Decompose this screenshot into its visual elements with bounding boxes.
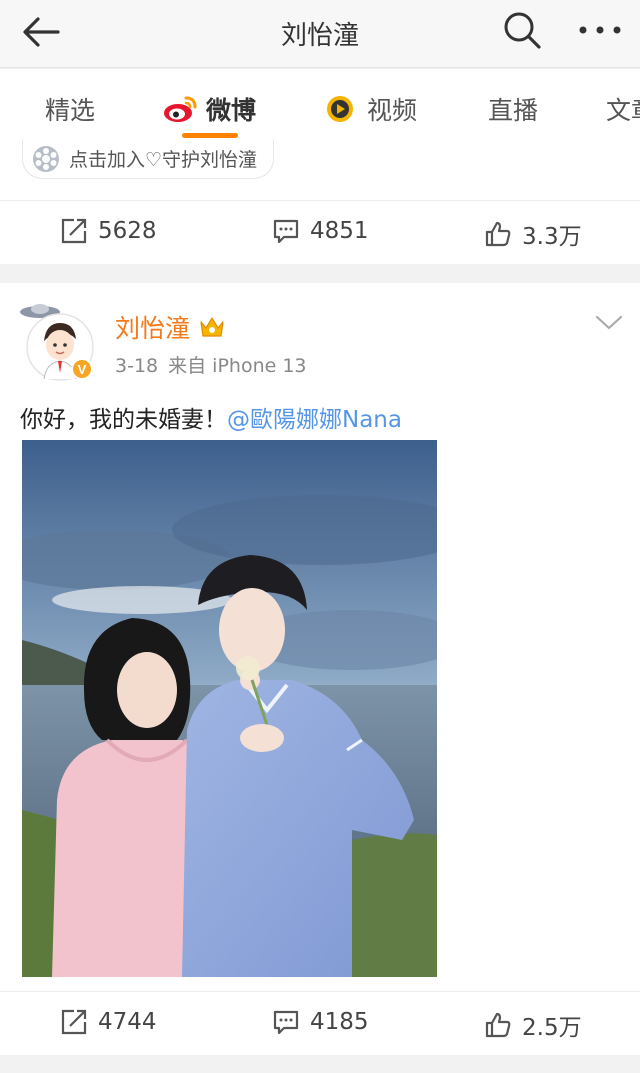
chevron-down-icon[interactable] xyxy=(594,313,624,333)
previous-post-card: 点击加入♡守护刘怡潼 5628 4851 3.3万 xyxy=(0,139,640,264)
repost-icon xyxy=(61,1009,87,1035)
repost-icon xyxy=(61,218,87,244)
repost-button[interactable]: 4744 xyxy=(60,1008,157,1036)
comment-icon xyxy=(273,219,299,244)
tab-video[interactable]: 视频 xyxy=(323,91,417,127)
tab-featured[interactable]: 精选 xyxy=(45,91,95,127)
post-body: 你好，我的未婚妻！ xyxy=(20,407,227,433)
post-meta: 3-18 来自 iPhone 13 xyxy=(115,351,317,378)
feed-divider xyxy=(0,1055,640,1073)
tab-weibo[interactable]: 微博 xyxy=(162,91,256,127)
top-bar: 刘怡潼 xyxy=(0,0,640,68)
repost-count: 4744 xyxy=(98,1009,157,1035)
like-count: 3.3万 xyxy=(522,224,582,250)
tab-label: 直播 xyxy=(488,96,539,125)
like-button[interactable]: 3.3万 xyxy=(484,217,582,251)
tab-label: 精选 xyxy=(45,96,96,125)
tab-label: 视频 xyxy=(367,96,418,125)
post-source: 来自 iPhone 13 xyxy=(168,355,307,377)
tab-live[interactable]: 直播 xyxy=(488,91,538,127)
post-date: 3-18 xyxy=(115,355,159,377)
post-photo[interactable] xyxy=(22,440,437,977)
comment-count: 4185 xyxy=(310,1009,369,1035)
repost-button[interactable]: 5628 xyxy=(60,217,157,245)
active-tab-indicator xyxy=(182,133,238,138)
tab-articles[interactable]: 文章 xyxy=(606,91,640,127)
fan-badge-icon xyxy=(33,145,59,172)
search-icon[interactable] xyxy=(500,8,544,52)
comment-button[interactable]: 4851 xyxy=(272,217,369,245)
post-actions: 5628 4851 3.3万 xyxy=(0,200,640,264)
fan-banner-text: 点击加入♡守护刘怡潼 xyxy=(69,149,258,171)
repost-count: 5628 xyxy=(98,218,157,244)
video-icon xyxy=(327,96,353,122)
page-title: 刘怡潼 xyxy=(280,21,359,51)
like-icon xyxy=(485,221,511,247)
membership-crown-icon xyxy=(200,317,224,337)
svg-text:V: V xyxy=(78,362,87,377)
fan-club-banner[interactable]: 点击加入♡守护刘怡潼 xyxy=(22,139,275,179)
comment-button[interactable]: 4185 xyxy=(272,1008,369,1036)
weibo-logo-icon xyxy=(164,96,197,122)
tab-label: 微博 xyxy=(206,96,257,125)
like-count: 2.5万 xyxy=(522,1015,582,1041)
comment-icon xyxy=(273,1010,299,1035)
post-card: V 刘怡潼 3-18 来自 iPhone 13 你好，我的未婚妻！@歐陽娜娜Nan… xyxy=(0,283,640,1055)
like-button[interactable]: 2.5万 xyxy=(484,1008,582,1042)
profile-tabs: 精选 微博 视频 直播 文章 xyxy=(0,69,640,139)
avatar[interactable]: V xyxy=(18,293,98,383)
post-actions: 4744 4185 2.5万 xyxy=(0,991,640,1055)
comment-count: 4851 xyxy=(310,218,369,244)
more-options-icon[interactable] xyxy=(575,10,625,50)
tab-label: 文章 xyxy=(606,96,640,125)
like-icon xyxy=(485,1012,511,1038)
post-text: 你好，我的未婚妻！@歐陽娜娜Nana xyxy=(20,400,402,434)
author-name: 刘怡潼 xyxy=(115,314,191,343)
author-name-row[interactable]: 刘怡潼 xyxy=(115,309,226,345)
mention-link[interactable]: @歐陽娜娜Nana xyxy=(227,407,402,433)
